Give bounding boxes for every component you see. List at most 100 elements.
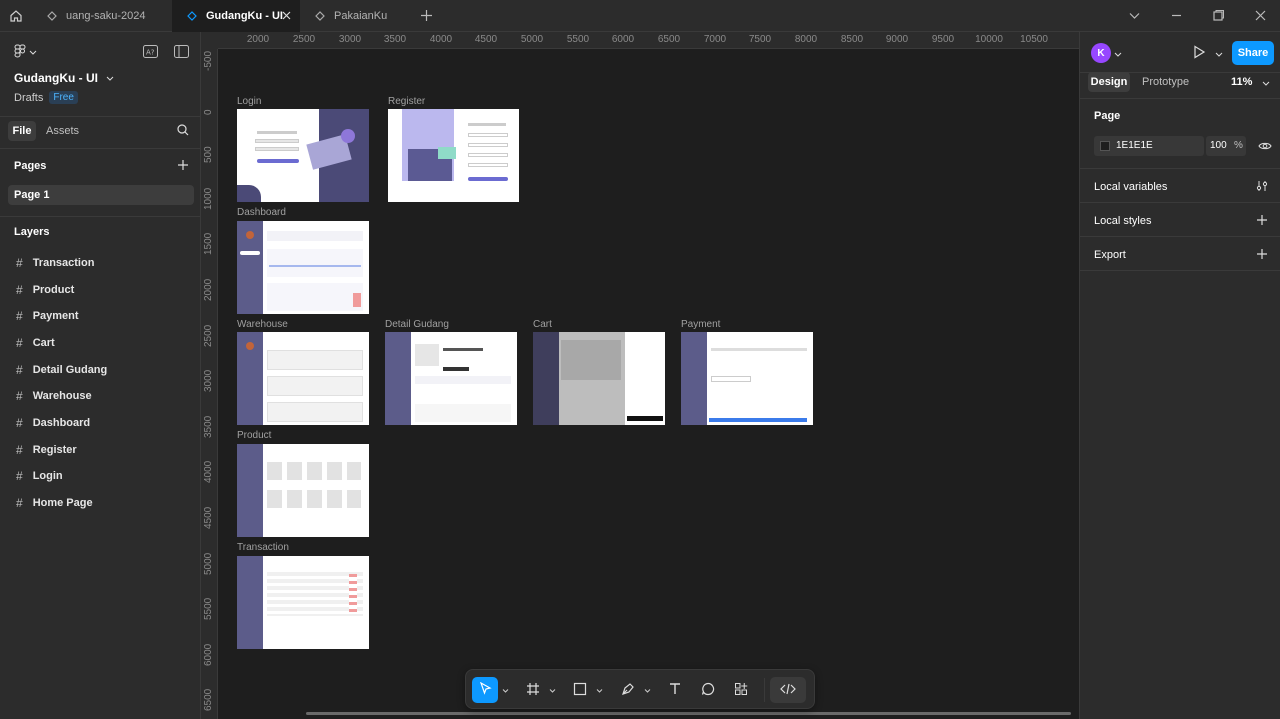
tab-design[interactable]: Design	[1088, 72, 1130, 92]
thumb-pay-button	[709, 418, 807, 422]
ruler-tick: 8500	[840, 34, 864, 45]
thumb-card	[267, 350, 363, 370]
divider	[1080, 168, 1280, 169]
layer-payment[interactable]: # Payment	[16, 309, 79, 323]
chevron-down-icon[interactable]	[500, 677, 510, 703]
thumb-input	[468, 143, 508, 147]
main-menu-button[interactable]	[14, 44, 37, 61]
frame-cart[interactable]	[533, 332, 665, 425]
layer-login[interactable]: # Login	[16, 469, 63, 483]
ruler-tick: 2500	[292, 34, 316, 45]
frame-tool-button[interactable]	[520, 677, 546, 703]
layer-detail-gudang[interactable]: # Detail Gudang	[16, 363, 107, 377]
frame-transaction[interactable]	[237, 556, 369, 649]
eye-icon[interactable]	[1258, 140, 1272, 155]
horizontal-scrollbar[interactable]	[306, 712, 1071, 715]
frame-label-dashboard[interactable]: Dashboard	[237, 207, 286, 218]
tab-gudangku[interactable]: GudangKu - UI	[172, 0, 300, 32]
frame-label-transaction[interactable]: Transaction	[237, 542, 289, 553]
thumb-chart	[267, 249, 363, 277]
chevron-down-icon	[106, 71, 114, 85]
home-icon[interactable]	[0, 0, 32, 32]
rectangle-tool-button[interactable]	[567, 677, 593, 703]
font-icon[interactable]: A?	[143, 45, 158, 61]
play-icon[interactable]	[1192, 45, 1206, 62]
new-tab-plus-icon[interactable]	[420, 9, 433, 25]
add-page-plus-icon[interactable]	[177, 159, 189, 174]
export-heading[interactable]: Export	[1094, 249, 1126, 261]
variables-icon[interactable]	[1256, 180, 1268, 192]
chevron-down-icon[interactable]	[1262, 78, 1270, 90]
pen-tool-button[interactable]	[615, 677, 641, 703]
chevron-down-icon[interactable]	[547, 677, 557, 703]
local-variables-heading[interactable]: Local variables	[1094, 181, 1167, 193]
location-text[interactable]: Drafts	[14, 92, 43, 104]
chevron-down-icon[interactable]	[1114, 49, 1122, 61]
frame-login[interactable]	[237, 109, 369, 202]
frame-label-register[interactable]: Register	[388, 96, 425, 107]
layer-label: Cart	[32, 337, 55, 349]
layer-product[interactable]: # Product	[16, 283, 74, 297]
maximize-icon[interactable]	[1212, 9, 1225, 22]
frame-label-login[interactable]: Login	[237, 96, 261, 107]
frame-detail-gudang[interactable]	[385, 332, 517, 425]
ruler-tick: -500	[203, 50, 214, 71]
sidebar-toggle-icon[interactable]	[174, 45, 189, 61]
frame-payment[interactable]	[681, 332, 813, 425]
add-style-plus-icon[interactable]	[1256, 214, 1268, 226]
frame-product[interactable]	[237, 444, 369, 537]
frame-dashboard[interactable]	[237, 221, 369, 314]
ruler-top: 2000 2500 3000 3500 4000 4500 5000 5500 …	[218, 32, 1079, 49]
search-icon[interactable]	[177, 124, 189, 139]
avatar[interactable]: K	[1091, 43, 1111, 63]
file-name[interactable]: GudangKu - UI	[14, 71, 114, 85]
comment-tool-button[interactable]	[695, 677, 721, 703]
frame-label-warehouse[interactable]: Warehouse	[237, 319, 288, 330]
frame-label-detail-gudang[interactable]: Detail Gudang	[385, 319, 449, 330]
frame-label-cart[interactable]: Cart	[533, 319, 552, 330]
color-swatch[interactable]	[1100, 141, 1110, 151]
window-close-icon[interactable]	[1254, 9, 1267, 22]
chevron-down-icon[interactable]	[642, 677, 652, 703]
tab-prototype[interactable]: Prototype	[1142, 76, 1189, 88]
zoom-level[interactable]: 11%	[1231, 76, 1252, 88]
add-export-plus-icon[interactable]	[1256, 248, 1268, 260]
page-item-page-1[interactable]: Page 1	[8, 185, 194, 205]
layer-home-page[interactable]: # Home Page	[16, 496, 93, 510]
share-button[interactable]: Share	[1232, 41, 1274, 65]
frame-warehouse[interactable]	[237, 332, 369, 425]
frame-register[interactable]	[388, 109, 519, 202]
minimize-icon[interactable]	[1170, 9, 1183, 22]
layer-cart[interactable]: # Cart	[16, 336, 55, 350]
thumb-input	[255, 147, 299, 151]
resources-tool-button[interactable]	[728, 677, 754, 703]
close-icon[interactable]	[281, 10, 292, 21]
thumb-overlay-content	[561, 340, 621, 380]
layer-register[interactable]: # Register	[16, 443, 77, 457]
opacity-field[interactable]: 100 %	[1206, 136, 1246, 156]
layer-warehouse[interactable]: # Warehouse	[16, 389, 92, 403]
local-styles-heading[interactable]: Local styles	[1094, 215, 1151, 227]
tab-file[interactable]: File	[8, 121, 36, 141]
tab-uang-saku[interactable]: uang-saku-2024	[32, 0, 172, 32]
color-hex-value[interactable]: 1E1E1E	[1116, 140, 1153, 151]
frame-label-product[interactable]: Product	[237, 430, 271, 441]
file-name-text: GudangKu - UI	[14, 71, 98, 85]
opacity-value[interactable]: 100	[1210, 140, 1227, 151]
ruler-tick: 1000	[203, 187, 214, 210]
thumb-title	[257, 131, 297, 134]
background-color-field[interactable]: 1E1E1E	[1094, 136, 1204, 156]
dev-mode-toggle[interactable]	[770, 677, 806, 703]
tab-pakaianku[interactable]: PakaianKu	[300, 0, 406, 32]
text-tool-button[interactable]	[662, 677, 688, 703]
frame-icon: #	[16, 469, 23, 483]
chevron-down-icon[interactable]	[594, 677, 604, 703]
chevron-down-icon[interactable]	[1128, 9, 1141, 22]
frame-label-payment[interactable]: Payment	[681, 319, 720, 330]
tab-assets[interactable]: Assets	[46, 125, 79, 137]
move-tool-button[interactable]	[472, 677, 498, 703]
chevron-down-icon[interactable]	[1215, 49, 1223, 61]
layer-dashboard[interactable]: # Dashboard	[16, 416, 90, 430]
layer-transaction[interactable]: # Transaction	[16, 256, 94, 270]
thumb-chart-line	[269, 265, 361, 267]
